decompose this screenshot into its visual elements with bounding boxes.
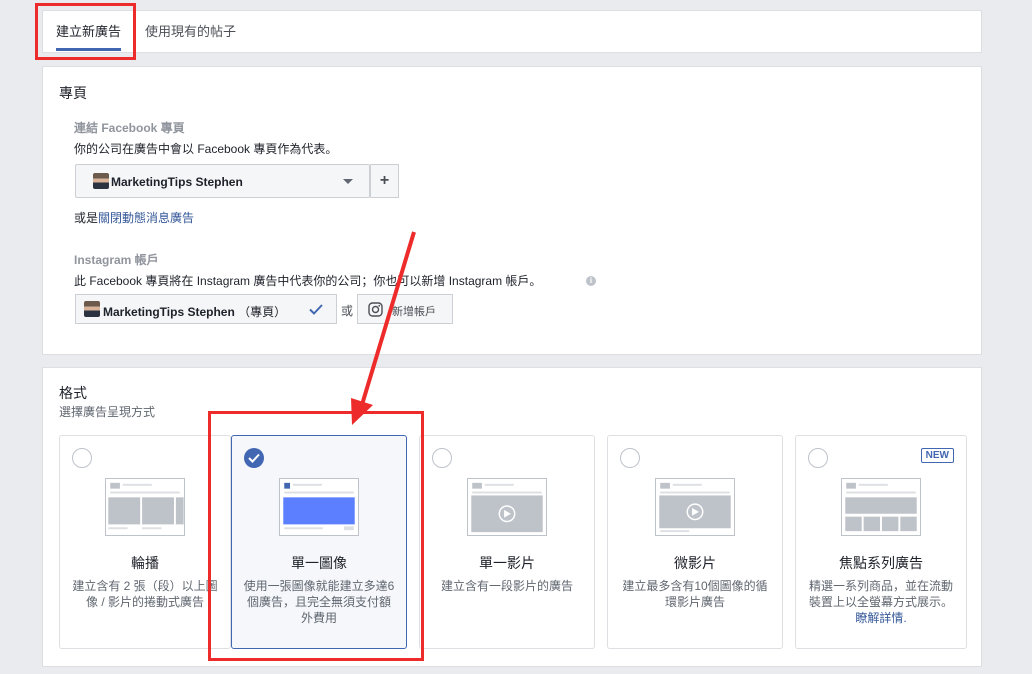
add-instagram-account-button[interactable]: 新增帳戶 (357, 294, 453, 324)
chevron-down-icon (343, 179, 353, 184)
format-subtitle: 選擇廣告呈現方式 (59, 405, 156, 419)
format-card-single-image[interactable]: 單一圖像 使用一張圖像就能建立多達6個廣告，且完全無須支付額外費用 (231, 435, 407, 649)
card-description: 精選一系列商品，並在流動裝置上以全螢幕方式展示。 瞭解詳情. (808, 579, 953, 625)
or-prefix: 或是 (74, 211, 99, 225)
carousel-icon (105, 478, 185, 536)
instagram-account-description: 此 Facebook 專頁將在 Instagram 廣告中代表你的公司；你也可以… (74, 274, 542, 288)
checkmark-icon (309, 304, 323, 315)
single-video-icon (467, 478, 547, 536)
collection-icon (841, 478, 921, 536)
add-account-label: 新增帳戶 (392, 306, 436, 318)
page-section: 專頁 連結 Facebook 專頁 你的公司在廣告中會以 Facebook 專頁… (42, 66, 982, 355)
ad-creation-tabs: 建立新廣告 使用現有的帖子 (42, 10, 982, 53)
radio-slideshow[interactable] (620, 448, 640, 468)
learn-more-link[interactable]: 瞭解詳情. (855, 611, 906, 625)
card-description: 建立含有 2 張（段）以上圖像 / 影片的捲動式廣告 (72, 579, 218, 609)
single-image-icon (279, 478, 359, 536)
slideshow-icon (655, 478, 735, 536)
page-select-value: MarketingTips Stephen (111, 175, 243, 189)
radio-carousel[interactable] (72, 448, 92, 468)
instagram-account-label: Instagram 帳戶 (74, 253, 159, 267)
format-section: 格式 選擇廣告呈現方式 輪播 建立含有 2 張（段）以上圖像 / 影片的捲動式廣… (42, 367, 982, 667)
card-title: 輪播 (131, 555, 159, 571)
card-title: 微影片 (674, 555, 716, 571)
card-title: 單一影片 (479, 555, 535, 571)
format-card-collection[interactable]: NEW 焦點系列廣告 精選一系列商品，並在流動裝置上以全螢幕方式展示。 瞭解詳情… (795, 435, 967, 649)
info-icon[interactable]: i (586, 276, 596, 286)
radio-single-image[interactable] (244, 448, 264, 468)
connect-page-label: 連結 Facebook 專頁 (74, 121, 185, 135)
new-badge: NEW (920, 448, 954, 463)
checkmark-icon (248, 453, 260, 463)
tab-use-existing-post[interactable]: 使用現有的帖子 (133, 11, 248, 53)
radio-single-video[interactable] (432, 448, 452, 468)
card-title: 單一圖像 (291, 555, 347, 571)
format-card-slideshow[interactable]: 微影片 建立最多含有10個圖像的循環影片廣告 (607, 435, 783, 649)
turn-off-row: 或是關閉動態消息廣告 (74, 209, 194, 226)
instagram-account-name: MarketingTips Stephen （專頁） (103, 305, 287, 319)
section-title-format: 格式 (59, 385, 87, 401)
page-select-dropdown[interactable]: MarketingTips Stephen (75, 164, 370, 198)
instagram-icon (368, 302, 383, 317)
card-description: 建立最多含有10個圖像的循環影片廣告 (622, 579, 768, 609)
connect-page-description: 你的公司在廣告中會以 Facebook 專頁作為代表。 (74, 142, 338, 156)
page-avatar (84, 301, 100, 317)
format-card-single-video[interactable]: 單一影片 建立含有一段影片的廣告 (419, 435, 595, 649)
tab-create-new-ad[interactable]: 建立新廣告 (44, 11, 133, 53)
page-avatar (93, 173, 109, 189)
instagram-account-selector[interactable]: MarketingTips Stephen （專頁） (75, 294, 337, 324)
or-word: 或 (341, 304, 354, 318)
add-page-button[interactable]: + (370, 164, 399, 198)
section-title-page: 專頁 (59, 85, 87, 101)
turn-off-news-feed-ads-link[interactable]: 關閉動態消息廣告 (98, 211, 194, 225)
card-title: 焦點系列廣告 (839, 555, 923, 571)
card-description: 建立含有一段影片的廣告 (440, 579, 573, 593)
radio-collection[interactable] (808, 448, 828, 468)
card-description: 使用一張圖像就能建立多達6個廣告，且完全無須支付額外費用 (243, 579, 395, 625)
format-card-carousel[interactable]: 輪播 建立含有 2 張（段）以上圖像 / 影片的捲動式廣告 (59, 435, 231, 649)
